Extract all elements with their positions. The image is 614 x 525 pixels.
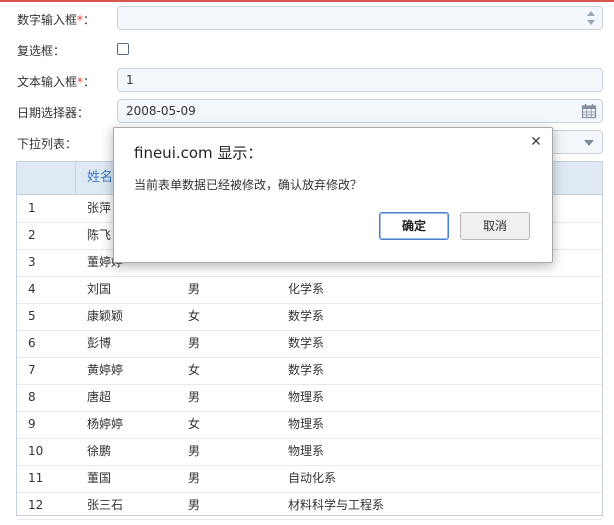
dialog-overlay: fineui.com 显示： ✕ 当前表单数据已经被修改，确认放弃修改？ 确定 …: [0, 0, 614, 525]
close-icon[interactable]: ✕: [528, 134, 544, 150]
dialog-message: 当前表单数据已经被修改，确认放弃修改？: [134, 178, 363, 192]
confirm-dialog: fineui.com 显示： ✕ 当前表单数据已经被修改，确认放弃修改？ 确定 …: [113, 127, 553, 263]
dialog-title: fineui.com 显示：: [134, 144, 263, 162]
cancel-button[interactable]: 取消: [460, 212, 530, 240]
ok-button[interactable]: 确定: [379, 212, 449, 240]
